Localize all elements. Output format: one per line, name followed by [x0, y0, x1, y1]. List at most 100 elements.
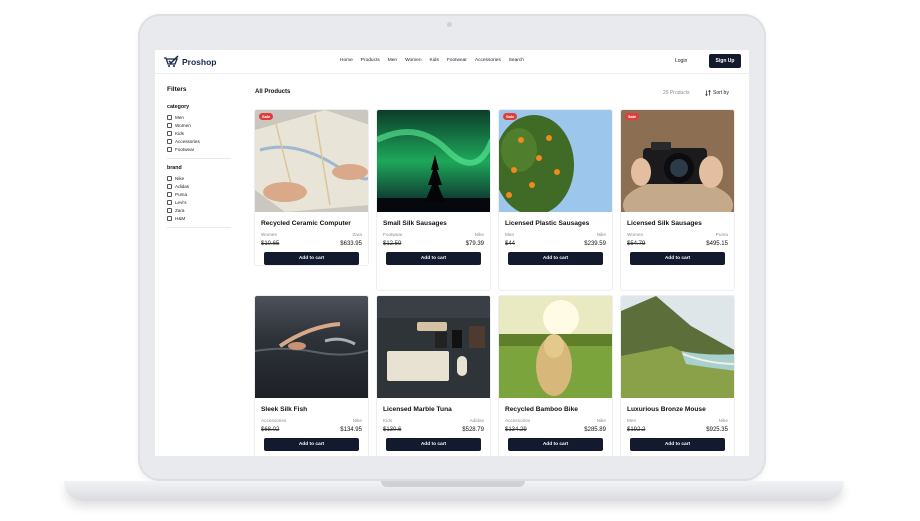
product-brand: Nike [352, 418, 362, 423]
old-price: $130.6 [383, 427, 402, 433]
price: $134.95 [340, 427, 362, 433]
filter-option-label: Nike [175, 175, 185, 181]
checkbox[interactable] [167, 175, 172, 181]
add-to-cart-button[interactable]: Add to cart [264, 438, 359, 451]
add-to-cart-button[interactable]: Add to cart [264, 252, 359, 265]
add-to-cart-button[interactable]: Add to cart [630, 438, 725, 451]
product-image[interactable]: Sale [255, 110, 368, 212]
add-to-cart-button[interactable]: Add to cart [630, 252, 725, 265]
filter-option[interactable]: Accessories [167, 137, 233, 145]
sort-button[interactable]: Sort by [705, 90, 729, 96]
filter-option[interactable]: Nike [167, 174, 233, 182]
price: $79.39 [465, 241, 484, 247]
product-card[interactable]: Sleek Silk Fish Accessories Nike $68.02 $1… [254, 295, 369, 456]
checkbox[interactable] [167, 122, 172, 128]
checkbox[interactable] [167, 207, 172, 213]
sort-icon [705, 90, 711, 96]
login-link[interactable]: Login [675, 58, 687, 64]
product-name[interactable]: Luxurious Bronze Mouse [627, 405, 728, 414]
filter-option-label: Kids [175, 130, 184, 136]
price: $925.35 [706, 427, 728, 433]
product-name[interactable]: Sleek Silk Fish [261, 405, 362, 414]
product-image[interactable]: Sale [499, 110, 612, 212]
price: $495.15 [706, 241, 728, 247]
checkbox[interactable] [167, 114, 172, 120]
nav-search[interactable]: Search [509, 58, 524, 63]
filter-option-label: Puma [175, 191, 188, 197]
product-category: Accessories [261, 418, 287, 423]
signup-button[interactable]: Sign Up [709, 54, 741, 68]
product-card[interactable]: Licensed Marble Tuna Kids Adidas $130.6 $5… [376, 295, 491, 456]
product-brand: Nike [474, 232, 484, 237]
sale-badge: Sale [625, 113, 640, 120]
product-image-aurora [377, 110, 490, 212]
product-image[interactable] [377, 110, 490, 212]
product-card[interactable]: Luxurious Bronze Mouse Men Nike $192.2 $92… [620, 295, 735, 456]
divider [167, 158, 231, 159]
main-nav: Home Products Men Women Kids Footwear Ac… [340, 58, 524, 63]
nav-accessories[interactable]: Accessories [475, 58, 501, 63]
price: $528.79 [462, 427, 484, 433]
old-price: $12.59 [383, 241, 402, 247]
brand-filter-title: brand [167, 165, 182, 171]
checkbox[interactable] [167, 138, 172, 144]
product-card[interactable]: Sale Licensed Silk Sausages Women Puma $5… [620, 109, 735, 291]
add-to-cart-button[interactable]: Add to cart [508, 438, 603, 451]
nav-footwear[interactable]: Footwear [447, 58, 467, 63]
add-to-cart-button[interactable]: Add to cart [386, 438, 481, 451]
product-name[interactable]: Licensed Plastic Sausages [505, 219, 606, 228]
product-name[interactable]: Recycled Bamboo Bike [505, 405, 606, 414]
filter-option[interactable]: Puma [167, 190, 233, 198]
price: $633.95 [340, 241, 362, 247]
add-to-cart-button[interactable]: Add to cart [386, 252, 481, 265]
screen: Proshop Home Products Men Women Kids Foo… [155, 50, 749, 456]
product-card[interactable]: Small Silk Sausages Footwear Nike $12.59 $… [376, 109, 491, 291]
filter-option[interactable]: Men [167, 113, 233, 121]
filters-sidebar: Filters category Men Women Kids Accessor… [167, 86, 233, 234]
old-price: $54.79 [627, 241, 646, 247]
nav-kids[interactable]: Kids [430, 58, 439, 63]
filter-option[interactable]: Zara [167, 206, 233, 214]
product-image-desk [377, 296, 490, 398]
nav-men[interactable]: Men [388, 58, 397, 63]
product-image[interactable] [499, 296, 612, 398]
checkbox[interactable] [167, 215, 172, 221]
old-price: $68.02 [261, 427, 280, 433]
nav-women[interactable]: Women [405, 58, 421, 63]
product-name[interactable]: Recycled Ceramic Computer [261, 219, 362, 228]
product-category: Accessories [505, 418, 531, 423]
filter-option[interactable]: Footwear [167, 145, 233, 153]
product-category: Women [261, 232, 278, 237]
product-category: Men [505, 232, 515, 237]
product-card[interactable]: Recycled Bamboo Bike Accessories Nike $13… [498, 295, 613, 456]
checkbox[interactable] [167, 199, 172, 205]
filter-option[interactable]: Adidas [167, 182, 233, 190]
filter-option[interactable]: Levi's [167, 198, 233, 206]
product-card[interactable]: Sale Recycled Ceramic Computer Women Zara… [254, 109, 369, 266]
product-image-orange-tree [499, 110, 612, 212]
product-card[interactable]: Sale Licensed Plastic Sausages Men Nike $… [498, 109, 613, 291]
add-to-cart-button[interactable]: Add to cart [508, 252, 603, 265]
product-image[interactable] [621, 296, 734, 398]
product-brand: Puma [715, 232, 728, 237]
checkbox[interactable] [167, 183, 172, 189]
filter-option[interactable]: H&M [167, 214, 233, 222]
checkbox[interactable] [167, 130, 172, 136]
filter-option[interactable]: Kids [167, 129, 233, 137]
product-name[interactable]: Licensed Silk Sausages [627, 219, 728, 228]
nav-home[interactable]: Home [340, 58, 353, 63]
old-price: $10.65 [261, 241, 280, 247]
product-image[interactable] [377, 296, 490, 398]
product-name[interactable]: Small Silk Sausages [383, 219, 484, 228]
checkbox[interactable] [167, 191, 172, 197]
filter-option-label: Women [175, 122, 191, 128]
checkbox[interactable] [167, 146, 172, 152]
webcam [447, 22, 452, 27]
product-image[interactable]: Sale [621, 110, 734, 212]
product-name[interactable]: Licensed Marble Tuna [383, 405, 484, 414]
filter-option-label: Zara [175, 207, 185, 213]
product-image[interactable] [255, 296, 368, 398]
filter-option[interactable]: Women [167, 121, 233, 129]
nav-products[interactable]: Products [361, 58, 380, 63]
brand-logo[interactable]: Proshop [163, 55, 216, 68]
